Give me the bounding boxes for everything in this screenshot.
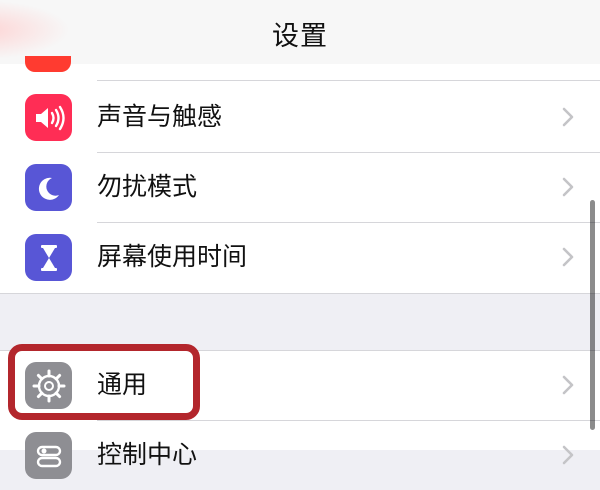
navigation-bar: 设置	[0, 0, 600, 64]
scroll-indicator	[590, 200, 595, 430]
settings-group-1: 声音与触感 勿扰模式 屏幕使用时间	[0, 56, 600, 294]
page-title: 设置	[272, 21, 328, 52]
settings-row-label: 声音与触感	[97, 102, 223, 131]
highlight-annotation-general	[8, 344, 200, 420]
row-separator	[97, 80, 600, 81]
settings-row-label: 屏幕使用时间	[97, 242, 248, 271]
chevron-right-icon	[562, 445, 574, 465]
settings-row-sounds[interactable]: 声音与触感	[0, 82, 600, 152]
hourglass-icon	[25, 234, 72, 281]
settings-row-control-center[interactable]: 控制中心	[0, 420, 600, 490]
partial-notifications-icon	[25, 56, 71, 72]
settings-row-screen-time[interactable]: 屏幕使用时间	[0, 222, 600, 292]
chevron-right-icon	[562, 375, 574, 395]
chevron-right-icon	[562, 107, 574, 127]
group-bottom-border	[0, 293, 600, 294]
chevron-right-icon	[562, 247, 574, 267]
chevron-right-icon	[562, 177, 574, 197]
settings-row-label: 控制中心	[97, 440, 198, 469]
settings-row-do-not-disturb[interactable]: 勿扰模式	[0, 152, 600, 222]
settings-row-label: 勿扰模式	[97, 172, 198, 201]
moon-icon	[25, 164, 72, 211]
control-center-icon	[25, 432, 72, 479]
speaker-icon	[25, 94, 72, 141]
